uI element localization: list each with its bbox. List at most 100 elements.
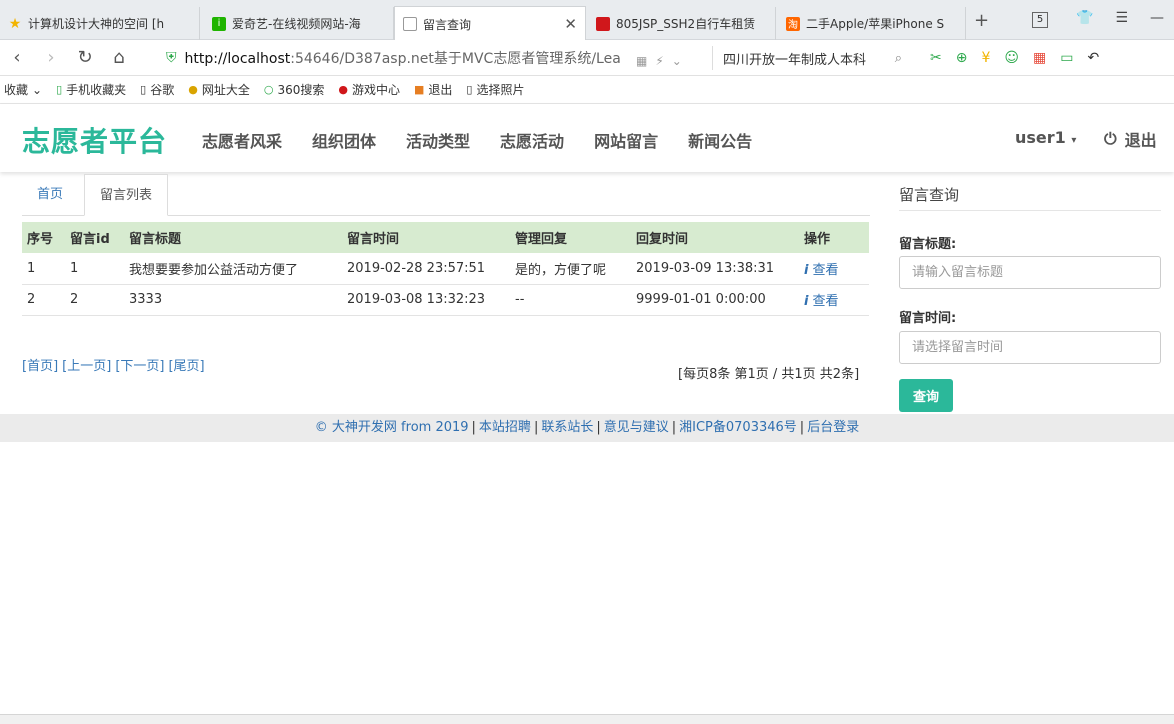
tab-message-list[interactable]: 留言列表 (84, 174, 169, 216)
minimize-icon[interactable]: — (1150, 10, 1164, 26)
url-field[interactable]: ⛨ http://localhost:54646/D387asp.net基于MV… (166, 45, 706, 71)
nav-item-messages[interactable]: 网站留言 (594, 128, 658, 152)
tab-count-badge[interactable]: 5 (1032, 12, 1048, 28)
cell-time: 2019-03-08 13:32:23 (342, 284, 510, 316)
nav-item-organizations[interactable]: 组织团体 (312, 128, 376, 152)
browser-tab[interactable]: i 爱奇艺-在线视频网站-海 (204, 7, 394, 40)
search-icon[interactable]: ⌕ (895, 51, 908, 66)
time-label: 留言时间: (899, 311, 957, 326)
title-search-input[interactable] (899, 256, 1161, 289)
exit-icon: ■ (414, 83, 425, 96)
footer-link-admin[interactable]: 后台登录 (807, 420, 859, 435)
pager-last[interactable]: [尾页] (168, 359, 204, 374)
pager-first[interactable]: [首页] (22, 359, 58, 374)
column-header: 管理回复 (510, 222, 631, 253)
forward-icon[interactable]: › (34, 47, 68, 68)
table-row: 2 2 3333 2019-03-08 13:32:23 -- 9999-01-… (22, 284, 869, 316)
page-icon: ▯ (466, 83, 473, 96)
bookmarks-bar: 收藏 ⌄ ▯ 手机收藏夹 ▯ 谷歌 ● 网址大全 ○ 360搜索 ● 游戏中心 ■ 退出 ▯ 选… (0, 76, 1174, 104)
main-nav: 志愿者风采 组织团体 活动类型 志愿活动 网站留言 新闻公告 (202, 128, 752, 152)
chat-icon[interactable]: ☺ (1004, 50, 1019, 66)
bookmark-item[interactable]: ▯ 手机收藏夹 (56, 81, 126, 98)
pager-prev[interactable]: [上一页] (62, 359, 111, 374)
footer-link-contact[interactable]: 联系站长 (541, 420, 593, 435)
logout-button[interactable]: ⏻ 退出 (1104, 127, 1157, 151)
taobao-icon: 淘 (786, 16, 800, 31)
pager-next[interactable]: [下一页] (115, 359, 164, 374)
translate-icon[interactable]: ⊕ (956, 50, 968, 66)
browser-tab-label: 留言查询 (423, 17, 472, 32)
time-search-input[interactable] (899, 331, 1161, 364)
iqiyi-icon: i (212, 16, 226, 31)
coin-icon[interactable]: ¥ (981, 50, 990, 66)
bookmark-item[interactable]: ● 网址大全 (188, 81, 250, 98)
url-host: http://localhost (184, 51, 291, 67)
view-link[interactable]: i 查看 (804, 294, 838, 309)
cell-action: i 查看 (799, 253, 869, 285)
browser-tab-active[interactable]: 留言查询 ✕ (394, 6, 586, 41)
user-menu[interactable]: user1 ▾ (1015, 128, 1076, 147)
separator: | (471, 420, 476, 435)
bookmark-item[interactable]: ● 游戏中心 (338, 81, 400, 98)
browser-tab-label: 计算机设计大神的空间 [h (28, 17, 165, 31)
qr-lightning-icons[interactable]: ▦⚡⌄ (636, 54, 690, 68)
bookmark-item[interactable]: ■ 退出 (414, 81, 452, 98)
ring-icon: ○ (263, 83, 274, 96)
column-header: 留言id (65, 222, 124, 253)
info-icon: i (804, 294, 809, 309)
search-text: 四川开放一年制成人本科 (723, 52, 867, 68)
nav-item-news[interactable]: 新闻公告 (688, 128, 752, 152)
reload-icon[interactable]: ↻ (68, 47, 102, 68)
info-icon: i (804, 262, 809, 278)
browser-tab-label: 二手Apple/苹果iPhone S (806, 17, 945, 31)
cell-id: 1 (65, 253, 124, 285)
scissors-icon[interactable]: ✂ (930, 50, 942, 66)
bookmark-item[interactable]: ▯ 选择照片 (466, 81, 524, 98)
browser-tab-label: 爱奇艺-在线视频网站-海 (232, 17, 361, 31)
nav-item-volunteer-activities[interactable]: 志愿活动 (500, 128, 564, 152)
tab-home[interactable]: 首页 (22, 174, 78, 216)
browser-tab[interactable]: 淘 二手Apple/苹果iPhone S (778, 7, 966, 40)
cell-no: 2 (22, 284, 65, 316)
back-icon[interactable]: ‹ (0, 47, 34, 68)
footer-link-jobs[interactable]: 本站招聘 (479, 420, 531, 435)
footer-link-icp[interactable]: 湘ICP备0703346号 (679, 420, 797, 435)
new-tab-icon[interactable]: + (974, 10, 989, 31)
search-input[interactable]: 四川开放一年制成人本科 ⌕ (712, 46, 908, 70)
chevron-down-icon: ⌄ (32, 82, 43, 97)
browser-tab-strip: ★ 计算机设计大神的空间 [h i 爱奇艺-在线视频网站-海 留言查询 ✕ 80… (0, 0, 1174, 41)
battery-icon[interactable]: ▭ (1060, 50, 1073, 66)
table-header-row: 序号 留言id 留言标题 留言时间 管理回复 回复时间 操作 (22, 222, 869, 253)
search-button[interactable]: 查询 (899, 379, 953, 412)
close-icon[interactable]: ✕ (564, 15, 577, 33)
cell-no: 1 (22, 253, 65, 285)
caret-down-icon: ▾ (1071, 135, 1077, 146)
power-icon: ⏻ (1104, 129, 1117, 148)
logout-label: 退出 (1124, 131, 1157, 150)
browser-tab[interactable]: 805JSP_SSH2自行车租赁 (588, 7, 776, 40)
page-icon (403, 17, 417, 31)
home-icon[interactable]: ⌂ (102, 47, 136, 68)
apps-icon[interactable]: ▦ (1033, 50, 1046, 66)
divider (899, 210, 1161, 211)
footer-link-feedback[interactable]: 意见与建议 (604, 420, 669, 435)
status-bar (0, 714, 1174, 724)
cell-action: i 查看 (799, 284, 869, 316)
menu-icon[interactable]: ☰ (1115, 10, 1128, 26)
cell-reply-time: 9999-01-01 0:00:00 (631, 284, 799, 316)
view-link[interactable]: i 查看 (804, 263, 838, 278)
phone-icon: ▯ (56, 83, 63, 96)
bookmark-item[interactable]: ○ 360搜索 (264, 81, 325, 98)
nav-item-volunteer-style[interactable]: 志愿者风采 (202, 128, 282, 152)
undo-icon[interactable]: ↶ (1087, 50, 1099, 66)
page-icon: ▯ (140, 83, 147, 96)
brand-logo[interactable]: 志愿者平台 (22, 120, 167, 160)
separator: | (596, 420, 601, 435)
shirt-icon[interactable]: 👕 (1076, 10, 1093, 26)
bookmark-item[interactable]: ▯ 谷歌 (140, 81, 174, 98)
column-header: 留言标题 (124, 222, 342, 253)
footer-copyright[interactable]: © 大神开发网 from 2019 (315, 420, 469, 435)
browser-tab[interactable]: ★ 计算机设计大神的空间 [h (0, 7, 200, 40)
nav-item-activity-types[interactable]: 活动类型 (406, 128, 470, 152)
bookmark-item[interactable]: 收藏 ⌄ (4, 81, 42, 98)
